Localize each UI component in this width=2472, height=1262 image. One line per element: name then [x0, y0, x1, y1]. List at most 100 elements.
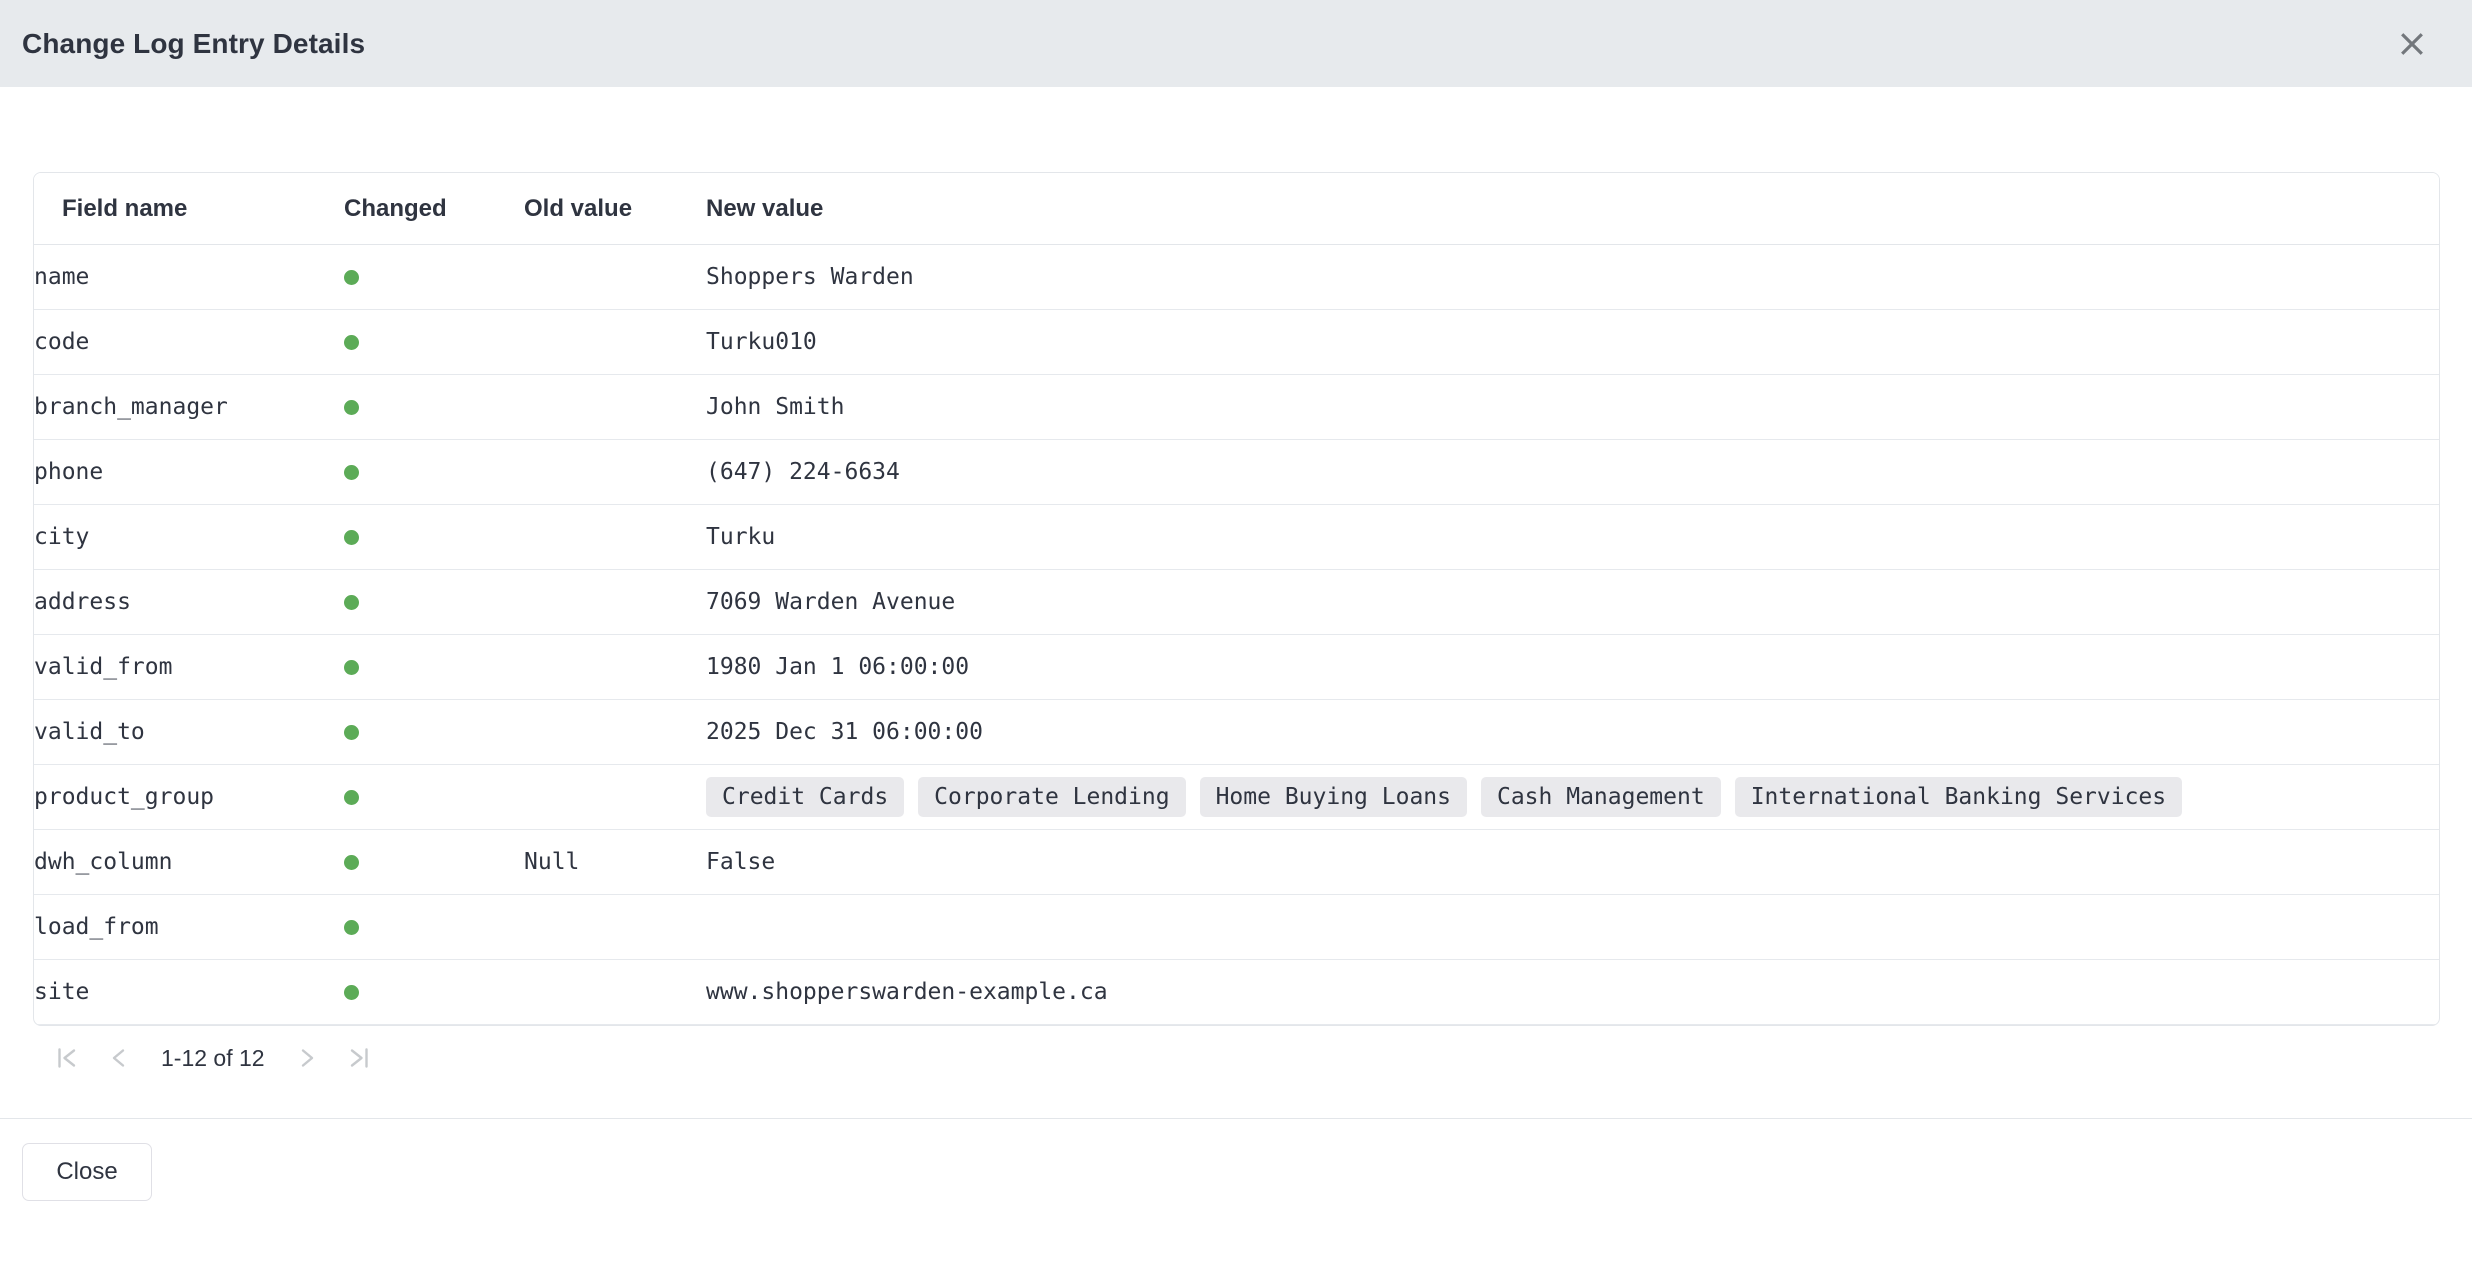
- cell-new-value: 7069 Warden Avenue: [706, 570, 2439, 635]
- table-header-row: Field name Changed Old value New value: [34, 173, 2439, 245]
- cell-new-value: 2025 Dec 31 06:00:00: [706, 700, 2439, 765]
- previous-page-icon: [106, 1045, 132, 1071]
- dialog-body: Field name Changed Old value New value n…: [0, 87, 2472, 1118]
- table-row[interactable]: valid_from 1980 Jan 1 06:00:00: [34, 635, 2439, 700]
- table-row[interactable]: city Turku: [34, 505, 2439, 570]
- table-row[interactable]: site www.shopperswarden-example.ca: [34, 960, 2439, 1025]
- column-header-changed: Changed: [344, 173, 524, 245]
- cell-old-value: [524, 765, 706, 830]
- cell-new-value: Credit Cards Corporate Lending Home Buying…: [706, 765, 2439, 830]
- cell-old-value: [524, 570, 706, 635]
- cell-old-value: Null: [524, 830, 706, 895]
- cell-old-value: [524, 505, 706, 570]
- table-row[interactable]: phone (647) 224-6634: [34, 440, 2439, 505]
- table-row[interactable]: valid_to 2025 Dec 31 06:00:00: [34, 700, 2439, 765]
- cell-old-value: [524, 440, 706, 505]
- last-page-icon: [346, 1045, 372, 1071]
- cell-new-value: Turku: [706, 505, 2439, 570]
- change-log-entry-details-dialog: Change Log Entry Details Field name Chan…: [0, 0, 2472, 1262]
- pagination-range-label: 1-12 of 12: [145, 1045, 281, 1072]
- close-icon-button[interactable]: [2390, 22, 2434, 66]
- chip: Credit Cards: [706, 777, 904, 817]
- chip-list: Credit Cards Corporate Lending Home Buying…: [706, 777, 2439, 817]
- paginator: 1-12 of 12: [33, 1028, 2440, 1088]
- chip: Cash Management: [1481, 777, 1721, 817]
- changed-indicator-dot: [344, 855, 359, 870]
- table-row[interactable]: product_group Credit Cards Corporate Lendi…: [34, 765, 2439, 830]
- cell-new-value: www.shopperswarden-example.ca: [706, 960, 2439, 1025]
- changed-indicator-dot: [344, 595, 359, 610]
- changed-indicator-dot: [344, 920, 359, 935]
- changed-indicator-dot: [344, 465, 359, 480]
- cell-changed: [344, 245, 524, 310]
- page-title: Change Log Entry Details: [22, 28, 365, 60]
- chip: International Banking Services: [1735, 777, 2182, 817]
- changed-indicator-dot: [344, 400, 359, 415]
- cell-field-name: load_from: [34, 895, 344, 960]
- cell-new-value: False: [706, 830, 2439, 895]
- cell-old-value: [524, 375, 706, 440]
- cell-new-value: (647) 224-6634: [706, 440, 2439, 505]
- cell-field-name: valid_from: [34, 635, 344, 700]
- cell-changed: [344, 505, 524, 570]
- cell-field-name: site: [34, 960, 344, 1025]
- close-icon: [2399, 31, 2425, 57]
- changed-indicator-dot: [344, 335, 359, 350]
- cell-old-value: [524, 310, 706, 375]
- changed-indicator-dot: [344, 985, 359, 1000]
- cell-new-value: John Smith: [706, 375, 2439, 440]
- table-body: nameShoppers WardencodeTurku010branch_ma…: [34, 245, 2439, 1025]
- next-page-button[interactable]: [281, 1032, 333, 1084]
- cell-new-value: 1980 Jan 1 06:00:00: [706, 635, 2439, 700]
- cell-changed: [344, 830, 524, 895]
- last-page-button[interactable]: [333, 1032, 385, 1084]
- previous-page-button[interactable]: [93, 1032, 145, 1084]
- cell-field-name: address: [34, 570, 344, 635]
- next-page-icon: [294, 1045, 320, 1071]
- cell-field-name: name: [34, 245, 344, 310]
- cell-field-name: dwh_column: [34, 830, 344, 895]
- cell-field-name: branch_manager: [34, 375, 344, 440]
- cell-old-value: [524, 635, 706, 700]
- cell-changed: [344, 570, 524, 635]
- chip: Corporate Lending: [918, 777, 1185, 817]
- cell-field-name: valid_to: [34, 700, 344, 765]
- cell-field-name: code: [34, 310, 344, 375]
- cell-field-name: product_group: [34, 765, 344, 830]
- cell-old-value: [524, 895, 706, 960]
- cell-changed: [344, 765, 524, 830]
- cell-changed: [344, 375, 524, 440]
- cell-changed: [344, 310, 524, 375]
- change-log-table: Field name Changed Old value New value n…: [34, 173, 2439, 1025]
- close-button[interactable]: Close: [22, 1143, 152, 1201]
- table-row[interactable]: dwh_column NullFalse: [34, 830, 2439, 895]
- changed-indicator-dot: [344, 790, 359, 805]
- cell-changed: [344, 960, 524, 1025]
- cell-field-name: phone: [34, 440, 344, 505]
- cell-old-value: [524, 960, 706, 1025]
- column-header-new-value: New value: [706, 173, 2439, 245]
- first-page-icon: [54, 1045, 80, 1071]
- table-row[interactable]: branch_manager John Smith: [34, 375, 2439, 440]
- change-log-table-card: Field name Changed Old value New value n…: [33, 172, 2440, 1026]
- cell-new-value: Turku010: [706, 310, 2439, 375]
- table-row[interactable]: code Turku010: [34, 310, 2439, 375]
- changed-indicator-dot: [344, 725, 359, 740]
- changed-indicator-dot: [344, 270, 359, 285]
- chip: Home Buying Loans: [1200, 777, 1467, 817]
- changed-indicator-dot: [344, 530, 359, 545]
- cell-new-value: [706, 895, 2439, 960]
- cell-changed: [344, 440, 524, 505]
- table-row[interactable]: address 7069 Warden Avenue: [34, 570, 2439, 635]
- cell-changed: [344, 635, 524, 700]
- cell-field-name: city: [34, 505, 344, 570]
- changed-indicator-dot: [344, 660, 359, 675]
- first-page-button[interactable]: [41, 1032, 93, 1084]
- dialog-header: Change Log Entry Details: [0, 0, 2472, 87]
- table-row[interactable]: load_from: [34, 895, 2439, 960]
- column-header-old-value: Old value: [524, 173, 706, 245]
- table-row[interactable]: name Shoppers Warden: [34, 245, 2439, 310]
- cell-new-value: Shoppers Warden: [706, 245, 2439, 310]
- cell-changed: [344, 700, 524, 765]
- column-header-field-name: Field name: [34, 173, 344, 245]
